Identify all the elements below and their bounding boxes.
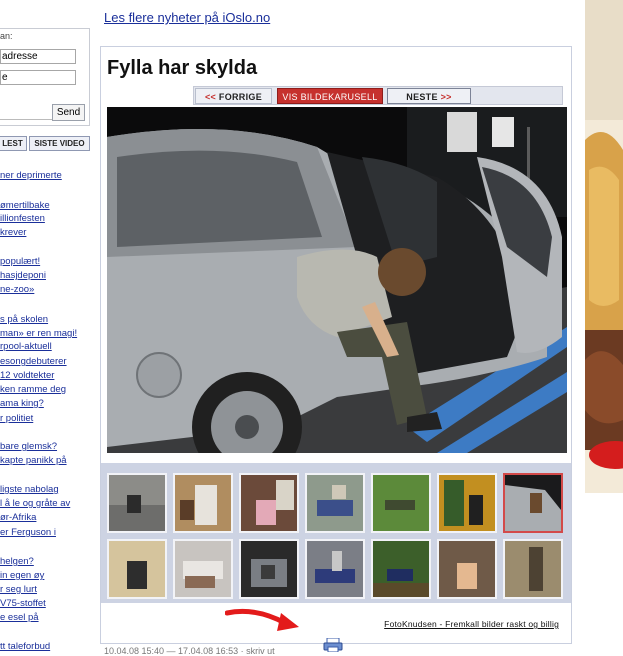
photo-credit-link[interactable]: FotoKnudsen - Fremkall bilder raskt og b… xyxy=(384,619,559,629)
news-link[interactable]: r seg lurt xyxy=(0,584,37,595)
advertisement[interactable] xyxy=(585,0,623,493)
second-input[interactable]: e xyxy=(0,70,76,85)
news-link[interactable]: esongdebuterer xyxy=(0,356,67,367)
thumbnail[interactable] xyxy=(107,539,167,599)
thumbnail[interactable] xyxy=(503,539,563,599)
news-link[interactable]: illionfesten xyxy=(0,213,45,224)
news-link[interactable]: helgen? xyxy=(0,556,34,567)
timestamp-line: 10.04.08 15:40 — 17.04.08 16:53 · skriv … xyxy=(104,646,275,656)
news-link[interactable]: s på skolen xyxy=(0,314,48,325)
thumbnail[interactable] xyxy=(173,539,233,599)
news-link[interactable]: V75-stoffet xyxy=(0,598,46,609)
next-button[interactable]: NESTE >> xyxy=(387,88,471,104)
thumbnail[interactable] xyxy=(371,473,431,533)
carousel-button[interactable]: VIS BILDEKARUSELL xyxy=(277,88,383,104)
thumbnail[interactable] xyxy=(437,473,497,533)
thumbnail[interactable] xyxy=(437,539,497,599)
news-link[interactable]: e esel på xyxy=(0,612,39,623)
main-photo-image xyxy=(107,107,567,453)
previous-label: FORRIGE xyxy=(218,92,263,102)
news-link[interactable]: r politiet xyxy=(0,413,33,424)
news-link[interactable]: man» er ren magi! xyxy=(0,328,77,339)
news-link[interactable]: ømertilbake xyxy=(0,200,50,211)
news-link[interactable]: tt taleforbud xyxy=(0,641,50,652)
thumbnail[interactable] xyxy=(371,539,431,599)
news-link[interactable]: ner deprimerte xyxy=(0,170,62,181)
thumbnail[interactable] xyxy=(173,473,233,533)
news-link[interactable]: ør-Afrika xyxy=(0,512,36,523)
news-link[interactable]: ligste nabolag xyxy=(0,484,59,495)
main-photo[interactable] xyxy=(107,107,567,453)
news-link[interactable]: ama king? xyxy=(0,398,44,409)
printer-icon[interactable] xyxy=(323,638,343,652)
news-link[interactable]: hasjdeponi xyxy=(0,270,46,281)
ad-image xyxy=(585,0,623,493)
form-label: an: xyxy=(0,31,13,41)
more-news-link[interactable]: Les flere nyheter på iOslo.no xyxy=(104,10,270,25)
thumbnail[interactable] xyxy=(107,473,167,533)
thumbnail-strip xyxy=(101,463,571,603)
thumbnail[interactable] xyxy=(239,473,299,533)
news-link[interactable]: bare glemsk? xyxy=(0,441,57,452)
news-link[interactable]: er Ferguson i xyxy=(0,527,56,538)
thumbnail-selected[interactable] xyxy=(503,473,563,533)
news-link[interactable]: l å le og gråte av xyxy=(0,498,70,509)
photo-article: Fylla har skylda << FORRIGE VIS BILDEKAR… xyxy=(100,46,572,644)
thumbnail[interactable] xyxy=(305,473,365,533)
news-link[interactable]: ne-zoo» xyxy=(0,284,34,295)
address-input[interactable]: adresse xyxy=(0,49,76,64)
thumbnail[interactable] xyxy=(239,539,299,599)
news-link[interactable]: ken ramme deg xyxy=(0,384,66,395)
news-link[interactable]: 12 voldtekter xyxy=(0,370,54,381)
thumbnail[interactable] xyxy=(305,539,365,599)
red-arrow-annotation xyxy=(225,608,299,631)
sidebar-tabs: LEST SISTE VIDEO xyxy=(0,136,92,151)
news-link[interactable]: populært! xyxy=(0,256,40,267)
tab-latest-video[interactable]: SISTE VIDEO xyxy=(29,136,90,151)
double-right-arrow-icon: >> xyxy=(440,92,452,102)
left-sidebar: an: adresse e Send LEST SISTE VIDEO ner … xyxy=(0,0,92,652)
tab-most-read[interactable]: LEST xyxy=(0,136,27,151)
gallery-nav: << FORRIGE VIS BILDEKARUSELL NESTE >> xyxy=(193,86,563,105)
news-link[interactable]: krever xyxy=(0,227,26,238)
news-link[interactable]: in egen øy xyxy=(0,570,44,581)
news-link[interactable]: kapte panikk på xyxy=(0,455,67,466)
double-left-arrow-icon: << xyxy=(204,92,217,102)
next-label: NESTE xyxy=(406,92,438,102)
previous-button[interactable]: << FORRIGE xyxy=(195,88,272,104)
news-link[interactable]: rpool-aktuell xyxy=(0,341,52,352)
page-title: Fylla har skylda xyxy=(107,57,258,79)
send-button[interactable]: Send xyxy=(52,104,85,121)
